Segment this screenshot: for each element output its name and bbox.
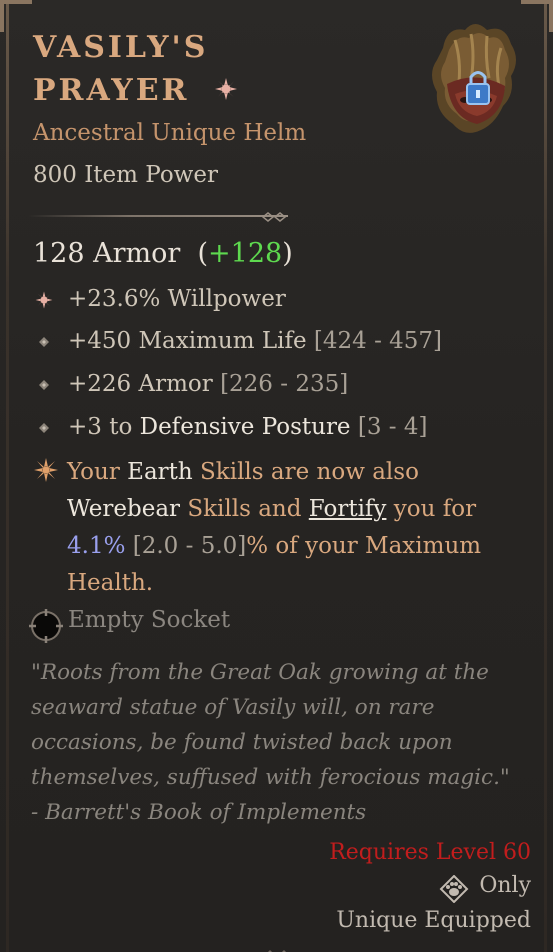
frame-corner-top-right (521, 0, 553, 32)
unique-power-text: Your Earth Skills are now also Werebear … (67, 459, 482, 596)
helm-icon (425, 20, 525, 140)
druid-paw-icon (439, 874, 469, 907)
affix-range: [424 - 457] (313, 328, 443, 354)
skill-name: Defensive Posture (139, 414, 351, 440)
level-requirement: Requires Level 60 (329, 840, 531, 865)
armor-stat: 128 Armor (+128) (33, 238, 293, 269)
frame-corner-top-left (0, 0, 32, 32)
skill-tag-earth: Earth (127, 459, 193, 485)
fortify-keyword[interactable]: Fortify (309, 496, 387, 522)
diamond-bullet-icon (34, 418, 54, 438)
item-name-line2: Prayer (33, 73, 190, 108)
diamond-bullet-icon (34, 375, 54, 395)
diamond-bullet-icon (34, 332, 54, 352)
affix-text: +3 to (68, 414, 133, 440)
divider-ornament-icon (261, 209, 288, 228)
armor-bonus: +128 (208, 238, 283, 269)
armor-value: 128 Armor (33, 238, 181, 269)
affix-range: [3 - 4] (357, 414, 428, 440)
affix-range: [226 - 235] (220, 371, 349, 397)
affix-text: +23.6% Willpower (68, 286, 286, 312)
flavor-text: "Roots from the Great Oak growing at the… (31, 660, 510, 825)
affix-text: +450 Maximum Life (68, 328, 307, 354)
class-restriction: Only (479, 873, 531, 898)
rune-icon (213, 71, 239, 114)
frame-left-border (6, 0, 9, 952)
armor-bonus-open: ( (197, 238, 209, 269)
armor-bonus-close: ) (282, 238, 293, 269)
rune-icon (34, 290, 54, 310)
unique-equipped: Unique Equipped (336, 908, 531, 933)
power-range: [2.0 - 5.0] (132, 533, 247, 559)
power-value: 4.1% (67, 533, 126, 559)
star-burst-icon (34, 458, 58, 486)
item-power: 800 Item Power (33, 162, 218, 188)
bottom-ornament-icon (262, 943, 292, 952)
item-name: Vasily's Prayer (33, 26, 413, 114)
empty-socket-icon (28, 608, 64, 648)
affix-text: +226 Armor (68, 371, 213, 397)
skill-tag-werebear: Werebear (67, 496, 181, 522)
item-tooltip: Vasily's Prayer (0, 0, 553, 952)
item-name-line1: Vasily's (33, 30, 209, 65)
divider (28, 215, 288, 217)
frame-right-border (544, 0, 547, 952)
socket-label: Empty Socket (68, 607, 231, 633)
item-type: Ancestral Unique Helm (33, 120, 307, 146)
